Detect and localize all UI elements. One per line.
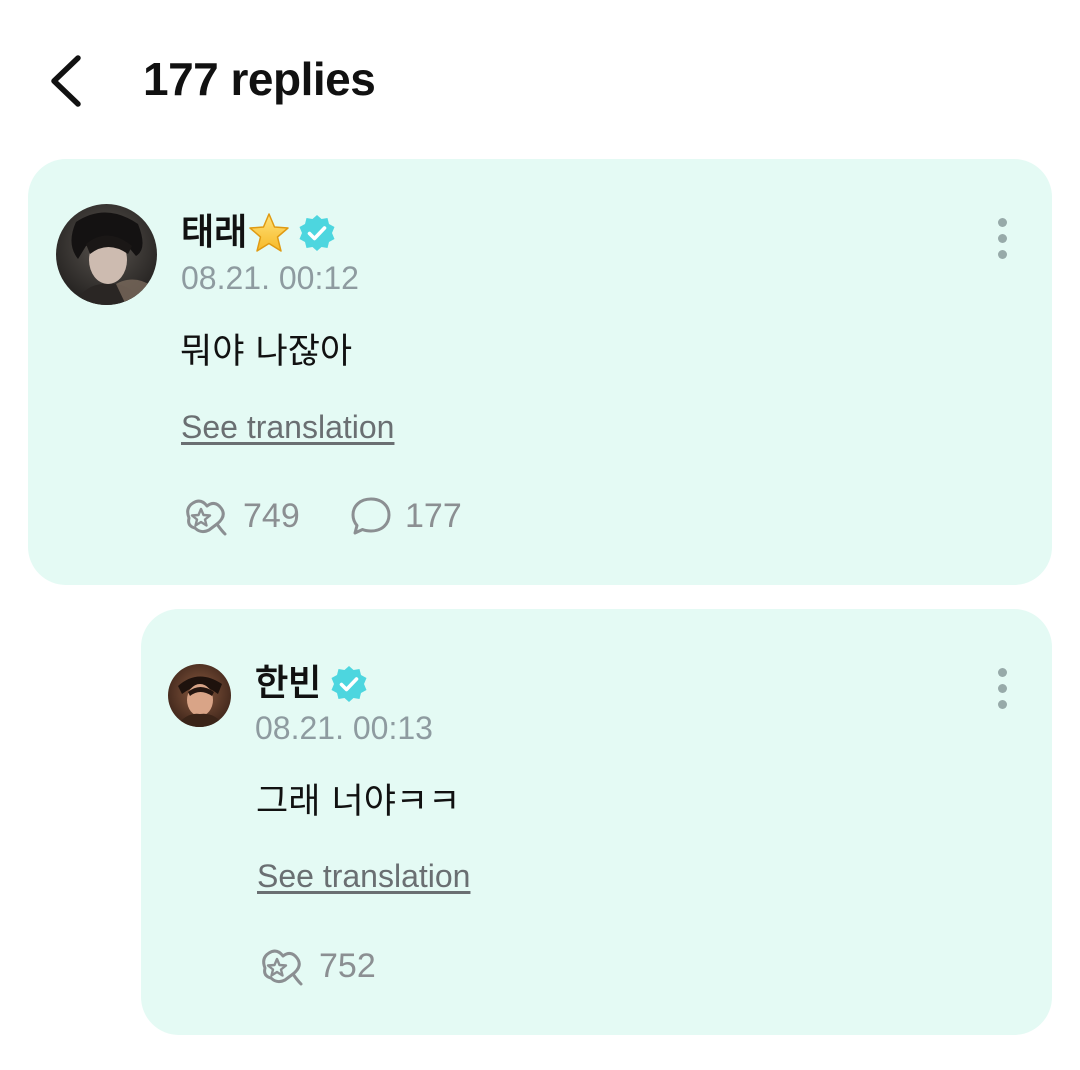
author-row: 태래 — [181, 209, 337, 257]
more-dot — [998, 668, 1007, 677]
comment-card[interactable]: 태래 08.21. 00:12 뭐야 나잖아 See translation 7… — [28, 159, 1052, 585]
reply-count: 177 — [405, 496, 462, 535]
page-title: 177 replies — [143, 53, 376, 105]
avatar[interactable] — [56, 204, 157, 305]
see-translation-link[interactable]: See translation — [181, 407, 394, 447]
more-options-button[interactable] — [988, 214, 1018, 270]
timestamp: 08.21. 00:13 — [255, 710, 433, 746]
author-name[interactable]: 한빈 — [255, 660, 321, 708]
comment-text: 뭐야 나잖아 — [180, 332, 353, 372]
reply-button[interactable]: 177 — [349, 494, 462, 538]
reply-text: 그래 너야ㅋㅋ — [256, 782, 461, 822]
like-button[interactable]: 752 — [257, 944, 376, 988]
reply-card[interactable]: 한빈 08.21. 00:13 그래 너야ㅋㅋ See translation … — [141, 609, 1052, 1035]
more-dot — [998, 234, 1007, 243]
star-icon — [249, 213, 289, 252]
more-dot — [998, 250, 1007, 259]
more-dot — [998, 700, 1007, 709]
replies-page: 177 replies 태래 08.21. 00:12 뭐야 나잖아 See t… — [0, 0, 1080, 1070]
more-dot — [998, 684, 1007, 693]
avatar[interactable] — [168, 664, 231, 727]
comment-bubble-icon — [351, 497, 391, 535]
author-row: 한빈 — [255, 660, 369, 708]
like-count: 752 — [319, 946, 376, 985]
verified-badge-icon — [331, 666, 367, 702]
top-bar: 177 replies — [0, 0, 1080, 160]
like-icon — [262, 949, 303, 986]
timestamp: 08.21. 00:12 — [181, 260, 359, 296]
chevron-left-icon — [51, 55, 81, 107]
like-count: 749 — [243, 496, 300, 535]
author-name[interactable]: 태래 — [181, 209, 247, 257]
like-icon — [186, 499, 227, 536]
verified-badge-icon — [299, 215, 335, 251]
more-dot — [998, 218, 1007, 227]
back-button[interactable] — [40, 46, 100, 116]
more-options-button[interactable] — [988, 664, 1018, 720]
see-translation-link[interactable]: See translation — [257, 856, 470, 896]
like-button[interactable]: 749 — [181, 494, 300, 538]
